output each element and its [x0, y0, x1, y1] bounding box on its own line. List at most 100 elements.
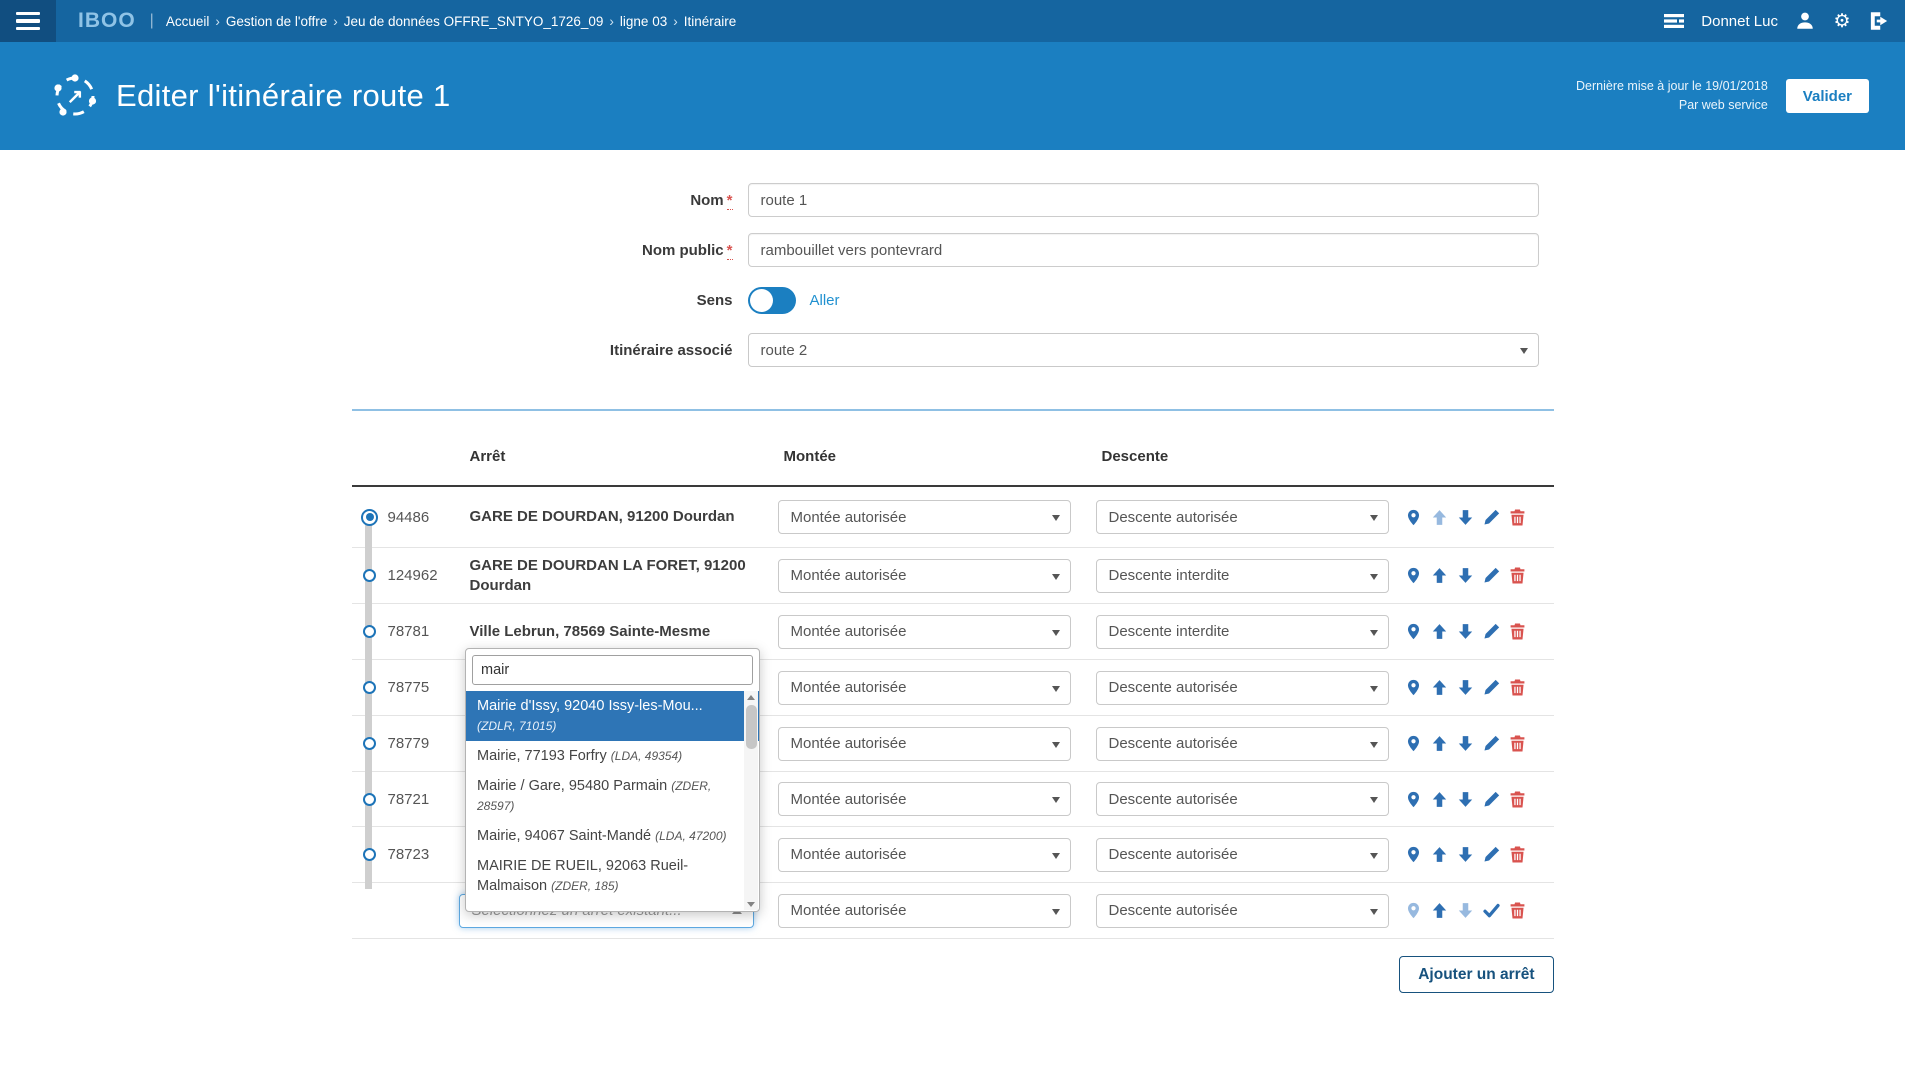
descente-select[interactable]: Descente autorisée — [1096, 894, 1389, 928]
itineraire-associe-select[interactable]: route 2 — [748, 333, 1539, 367]
timeline-marker-icon[interactable] — [363, 569, 376, 582]
user-icon[interactable] — [1795, 11, 1815, 31]
autocomplete-result-item[interactable]: Mairie / Gare, 95480 Parmain (ZDER, 2859… — [466, 771, 759, 821]
breadcrumb-item[interactable]: ligne 03 — [620, 14, 667, 29]
nom-input[interactable] — [748, 183, 1539, 217]
sens-toggle[interactable] — [748, 287, 796, 314]
chevron-down-icon — [1052, 686, 1060, 692]
chevron-down-icon — [1370, 686, 1378, 692]
delete-icon[interactable] — [1509, 735, 1526, 752]
descente-select[interactable]: Descente autorisée — [1096, 782, 1389, 816]
app-logo[interactable]: IBOO — [78, 9, 136, 33]
descente-select[interactable]: Descente interdite — [1096, 559, 1389, 593]
move-down-icon[interactable] — [1457, 846, 1474, 863]
descente-select[interactable]: Descente autorisée — [1096, 838, 1389, 872]
form-row-sens: Sens Aller — [352, 283, 1554, 317]
delete-icon[interactable] — [1509, 509, 1526, 526]
move-up-icon[interactable] — [1431, 679, 1448, 696]
edit-icon[interactable] — [1483, 846, 1500, 863]
timeline-marker-icon[interactable] — [363, 625, 376, 638]
move-up-icon[interactable] — [1431, 846, 1448, 863]
scrollbar-thumb[interactable] — [746, 705, 757, 749]
scroll-up-arrow-icon[interactable] — [744, 691, 758, 703]
autocomplete-result-item[interactable]: Mairie, 94067 Saint-Mandé (LDA, 47200) — [466, 821, 759, 851]
scrollbar[interactable] — [744, 691, 758, 910]
timeline-marker-icon[interactable] — [363, 681, 376, 694]
breadcrumb-item[interactable]: Accueil — [166, 14, 210, 29]
move-down-icon[interactable] — [1457, 567, 1474, 584]
map-pin-icon[interactable] — [1405, 735, 1422, 752]
montee-select[interactable]: Montée autorisée — [778, 500, 1071, 534]
stop-id: 78779 — [388, 735, 458, 752]
move-up-icon[interactable] — [1431, 509, 1448, 526]
descente-select[interactable]: Descente autorisée — [1096, 671, 1389, 705]
delete-icon[interactable] — [1509, 846, 1526, 863]
move-up-icon[interactable] — [1431, 791, 1448, 808]
move-down-icon[interactable] — [1457, 623, 1474, 640]
montee-select[interactable]: Montée autorisée — [778, 727, 1071, 761]
delete-icon[interactable] — [1509, 567, 1526, 584]
map-pin-icon[interactable] — [1405, 679, 1422, 696]
edit-icon[interactable] — [1483, 791, 1500, 808]
autocomplete-result-item[interactable]: Mairie d'Issy, 92040 Issy-les-Mou... (ZD… — [466, 691, 759, 741]
map-pin-icon[interactable] — [1405, 846, 1422, 863]
map-pin-icon[interactable] — [1405, 791, 1422, 808]
map-pin-icon[interactable] — [1405, 902, 1422, 919]
move-up-icon[interactable] — [1431, 735, 1448, 752]
autocomplete-result-item[interactable]: Mairie, 77193 Forfry (LDA, 49354) — [466, 741, 759, 771]
descente-select[interactable]: Descente autorisée — [1096, 500, 1389, 534]
timeline-marker-icon[interactable] — [363, 848, 376, 861]
montee-select[interactable]: Montée autorisée — [778, 838, 1071, 872]
descente-select[interactable]: Descente autorisée — [1096, 727, 1389, 761]
chevron-down-icon — [1052, 742, 1060, 748]
map-pin-icon[interactable] — [1405, 567, 1422, 584]
montee-select[interactable]: Montée autorisée — [778, 559, 1071, 593]
montee-select[interactable]: Montée autorisée — [778, 671, 1071, 705]
stop-search-input[interactable] — [472, 655, 753, 685]
move-up-icon[interactable] — [1431, 567, 1448, 584]
map-pin-icon[interactable] — [1405, 509, 1422, 526]
montee-select[interactable]: Montée autorisée — [778, 615, 1071, 649]
confirm-icon[interactable] — [1483, 902, 1500, 919]
timeline-marker-icon[interactable] — [363, 737, 376, 750]
move-down-icon[interactable] — [1457, 791, 1474, 808]
timeline-marker-icon[interactable] — [363, 793, 376, 806]
edit-icon[interactable] — [1483, 735, 1500, 752]
move-down-icon[interactable] — [1457, 902, 1474, 919]
delete-icon[interactable] — [1509, 902, 1526, 919]
hamburger-menu-icon[interactable] — [0, 0, 56, 42]
delete-icon[interactable] — [1509, 679, 1526, 696]
move-down-icon[interactable] — [1457, 509, 1474, 526]
validate-button[interactable]: Valider — [1786, 79, 1869, 113]
move-down-icon[interactable] — [1457, 679, 1474, 696]
settings-gear-icon[interactable]: ⚙ — [1832, 11, 1852, 31]
edit-icon[interactable] — [1483, 567, 1500, 584]
breadcrumb-item[interactable]: Gestion de l'offre — [226, 14, 327, 29]
page-title: Editer l'itinéraire route 1 — [116, 78, 451, 114]
nom-public-input[interactable] — [748, 233, 1539, 267]
map-pin-icon[interactable] — [1405, 623, 1422, 640]
edit-icon[interactable] — [1483, 623, 1500, 640]
move-up-icon[interactable] — [1431, 902, 1448, 919]
delete-icon[interactable] — [1509, 623, 1526, 640]
autocomplete-result-item[interactable]: MAIRIE DE RUEIL, 92063 Rueil-Malmaison (… — [466, 851, 759, 901]
breadcrumb-item[interactable]: Jeu de données OFFRE_SNTYO_1726_09 — [344, 14, 604, 29]
montee-select[interactable]: Montée autorisée — [778, 782, 1071, 816]
descente-select[interactable]: Descente interdite — [1096, 615, 1389, 649]
edit-icon[interactable] — [1483, 679, 1500, 696]
montee-select[interactable]: Montée autorisée — [778, 894, 1071, 928]
column-header-montee: Montée — [778, 448, 1071, 465]
breadcrumb-item[interactable]: Itinéraire — [684, 14, 737, 29]
move-down-icon[interactable] — [1457, 735, 1474, 752]
list-icon[interactable] — [1664, 11, 1684, 31]
scroll-down-arrow-icon[interactable] — [744, 898, 758, 910]
itinerary-route-icon: ↗ — [50, 71, 100, 121]
edit-icon[interactable] — [1483, 509, 1500, 526]
logout-icon[interactable] — [1869, 11, 1889, 31]
delete-icon[interactable] — [1509, 791, 1526, 808]
timeline-marker-selected-icon[interactable] — [361, 509, 378, 526]
form-row-itineraire-associe: Itinéraire associé route 2 — [352, 333, 1554, 367]
add-stop-button[interactable]: Ajouter un arrêt — [1399, 956, 1553, 993]
move-up-icon[interactable] — [1431, 623, 1448, 640]
nom-label: Nom* — [352, 192, 748, 209]
